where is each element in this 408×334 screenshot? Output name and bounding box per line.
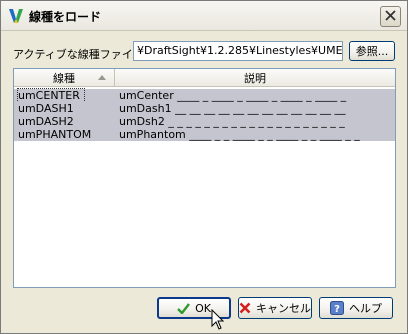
list-item[interactable]: umPHANTOM umPhantom ____ _ _ ____ _ _ __… <box>14 128 395 141</box>
checkmark-icon <box>177 302 191 314</box>
linetype-list[interactable]: 線種 説明 umCENTER umCenter ____ _ ____ _ __… <box>13 68 396 288</box>
linetype-file-field[interactable]: ¥DraftSight¥1.2.285¥Linestyles¥UME.LIN <box>133 41 343 61</box>
close-icon <box>385 9 396 24</box>
list-rows: umCENTER umCenter ____ _ ____ _ ____ _ _… <box>14 88 395 141</box>
linetype-description: umDsh2 _ _ _ _ _ _ _ _ _ _ _ _ _ _ _ _ _… <box>119 115 345 128</box>
linetype-description: umCenter ____ _ ____ _ ____ _ ____ _ ___… <box>119 89 347 102</box>
help-button[interactable]: ? ヘルプ <box>319 297 393 319</box>
window-title: 線種をロード <box>29 10 102 24</box>
help-label: ヘルプ <box>349 302 382 315</box>
sort-ascending-icon <box>98 75 106 80</box>
list-header: 線種 説明 <box>14 69 395 87</box>
help-question-icon: ? <box>330 301 344 315</box>
column-header-description-label: 説明 <box>244 72 266 85</box>
list-item[interactable]: umCENTER umCenter ____ _ ____ _ ____ _ _… <box>14 88 395 103</box>
cancel-x-icon <box>239 302 251 314</box>
load-linetype-dialog: 線種をロード アクティブな線種ファイル: ¥DraftSight¥1.2.285… <box>0 0 408 334</box>
title-bar[interactable]: 線種をロード <box>1 1 407 31</box>
svg-text:?: ? <box>334 304 340 315</box>
linetype-description: umPhantom ____ _ _ ____ _ _ ____ _ _ ___… <box>119 128 360 141</box>
linetype-description: umDash1 __ __ __ __ __ __ __ __ __ __ __… <box>119 102 346 115</box>
list-item[interactable]: umDASH1 umDash1 __ __ __ __ __ __ __ __ … <box>14 102 395 115</box>
column-header-description[interactable]: 説明 <box>115 69 395 87</box>
linetype-name: umCENTER <box>17 88 85 103</box>
linetype-file-label: アクティブな線種ファイル: <box>13 48 148 61</box>
mouse-pointer-icon <box>211 308 225 334</box>
ok-label: OK <box>195 301 211 315</box>
close-button[interactable] <box>380 6 401 27</box>
linetype-name: umDASH2 <box>18 115 74 128</box>
cancel-button[interactable]: キャンセル <box>238 297 312 319</box>
linetype-name: umPHANTOM <box>18 128 92 141</box>
draftsight-app-icon <box>8 7 24 25</box>
cancel-label: キャンセル <box>256 302 311 315</box>
linetype-name: umDASH1 <box>18 102 74 115</box>
browse-button[interactable]: 参照... <box>349 41 395 61</box>
list-item[interactable]: umDASH2 umDsh2 _ _ _ _ _ _ _ _ _ _ _ _ _… <box>14 115 395 128</box>
column-header-linetype-label: 線種 <box>53 72 75 85</box>
